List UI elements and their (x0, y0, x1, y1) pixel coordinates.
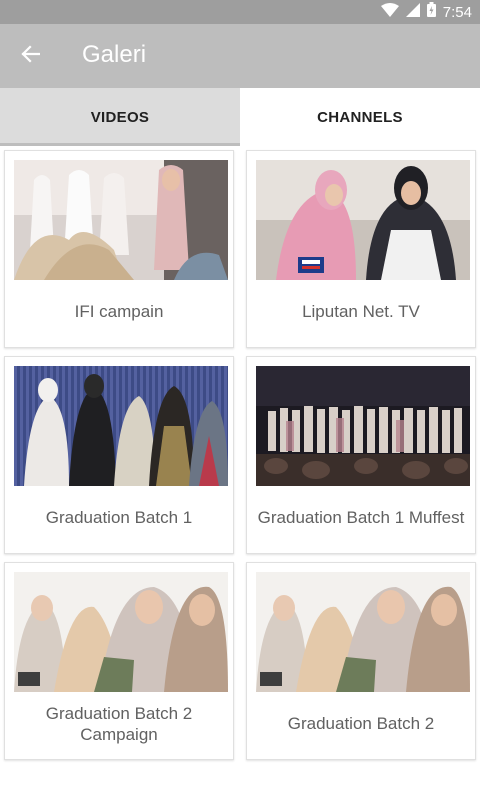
app-bar: Galeri (0, 24, 480, 88)
back-button[interactable] (14, 40, 46, 72)
tab-indicator (0, 143, 240, 146)
wifi-icon (380, 2, 399, 22)
video-thumbnail (14, 572, 228, 692)
video-card[interactable]: Graduation Batch 1 Muffest (246, 356, 476, 554)
video-title: Liputan Net. TV (302, 302, 420, 321)
arrow-left-icon (20, 44, 41, 69)
video-thumbnail (14, 366, 228, 486)
battery-icon (426, 2, 436, 22)
video-card[interactable]: Graduation Batch 2 (246, 562, 476, 760)
video-title: Graduation Batch 1 Muffest (257, 508, 465, 527)
status-bar: 7:54 (0, 0, 480, 24)
tab-videos[interactable]: VIDEOS (0, 88, 240, 146)
video-card[interactable]: IFI campain (4, 150, 234, 348)
video-title: Graduation Batch 2 Campaign (45, 703, 193, 744)
video-thumbnail (256, 366, 470, 486)
signal-icon (405, 2, 420, 22)
video-title: IFI campain (74, 302, 164, 321)
video-card[interactable]: Graduation Batch 1 (4, 356, 234, 554)
video-card[interactable]: Liputan Net. TV (246, 150, 476, 348)
status-time: 7:54 (442, 3, 472, 21)
tab-channels[interactable]: CHANNELS (240, 88, 480, 146)
video-title: Graduation Batch 1 (45, 508, 193, 527)
video-thumbnail (14, 160, 228, 280)
tab-bar: VIDEOS CHANNELS (0, 88, 480, 146)
video-title: Graduation Batch 2 (287, 714, 435, 733)
video-card[interactable]: Graduation Batch 2 Campaign (4, 562, 234, 760)
video-thumbnail (256, 160, 470, 280)
video-thumbnail (256, 572, 470, 692)
page-title: Galeri (82, 41, 147, 68)
